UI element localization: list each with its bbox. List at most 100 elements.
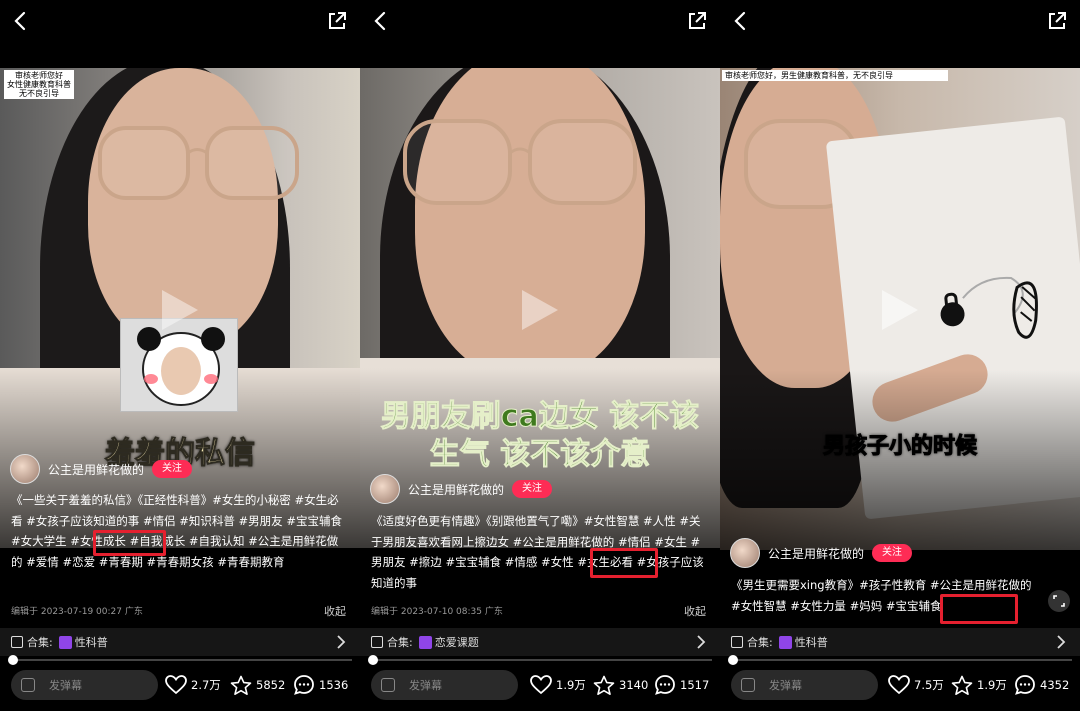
review-note-line: 女性健康教育科普 (7, 80, 71, 89)
video-gradient (720, 370, 1080, 550)
favorite-count: 1.9万 (977, 678, 1007, 692)
play-icon[interactable] (878, 286, 922, 334)
top-bar (360, 0, 720, 44)
author-row: 公主是用鲜花做的 关注 (730, 538, 913, 568)
comment-count: 1536 (319, 678, 349, 692)
collection-icon (731, 636, 743, 648)
favorite-stat[interactable]: 3140 (593, 674, 648, 696)
comment-stat[interactable]: 4352 (1014, 674, 1069, 696)
share-icon[interactable] (326, 10, 348, 32)
play-icon[interactable] (518, 286, 562, 334)
like-count: 2.7万 (191, 678, 221, 692)
author-row: 公主是用鲜花做的 关注 (370, 474, 553, 504)
video-description[interactable]: 《适度好色更有情趣》《别跟他置气了嘞》#女性智慧 #人性 #关于男朋友喜欢看网上… (371, 511, 709, 593)
author-name[interactable]: 公主是用鲜花做的 (408, 481, 504, 498)
comment-icon (1015, 675, 1035, 695)
video-progress-bar[interactable] (368, 655, 712, 665)
share-icon[interactable] (1046, 10, 1068, 32)
like-stat[interactable]: 2.7万 (165, 674, 221, 696)
collection-name: 性科普 (74, 636, 108, 649)
heart-icon (888, 675, 910, 695)
collection-prefix: 合集: (747, 636, 773, 649)
follow-button[interactable]: 关注 (512, 480, 553, 498)
highlight-box (93, 530, 166, 556)
danmaku-input[interactable]: 发弹幕 (371, 670, 518, 700)
glasses-shape (403, 119, 637, 205)
collapse-button[interactable]: 收起 (324, 603, 346, 619)
collection-row[interactable]: 合集: 恋爱课题 (360, 628, 720, 656)
collection-row[interactable]: 合集: 性科普 (0, 628, 360, 656)
share-icon[interactable] (686, 10, 708, 32)
avatar[interactable] (10, 454, 40, 484)
like-count: 1.9万 (556, 678, 586, 692)
danmaku-placeholder: 发弹幕 (769, 679, 802, 692)
comment-icon (655, 675, 675, 695)
comment-stat[interactable]: 1536 (293, 674, 348, 696)
avatar[interactable] (730, 538, 760, 568)
video-description[interactable]: 《一些关于羞羞的私信》《正经性科普》#女生的小秘密 #女生必看 #女孩子应该知道… (11, 490, 349, 572)
back-icon[interactable] (10, 10, 32, 32)
comment-count: 4352 (1040, 678, 1070, 692)
danmaku-icon (381, 678, 395, 692)
avatar[interactable] (370, 474, 400, 504)
play-icon[interactable] (158, 286, 202, 334)
author-name[interactable]: 公主是用鲜花做的 (48, 461, 144, 478)
review-note: 审核老师您好 女性健康教育科普 无不良引导 (4, 70, 74, 99)
back-icon[interactable] (370, 10, 392, 32)
collection-icon (11, 636, 23, 648)
danmaku-placeholder: 发弹幕 (49, 679, 82, 692)
video-progress-bar[interactable] (728, 655, 1072, 665)
favorite-stat[interactable]: 1.9万 (951, 674, 1007, 696)
review-note-line: 无不良引导 (19, 89, 59, 98)
top-bar (720, 0, 1080, 44)
edit-time: 编辑于 2023-07-10 08:35 广东 (371, 607, 503, 617)
video-card-3: 审核老师您好，男生健康教育科普，无不良引导 男孩子小的时候 公主是用鲜花做的 关… (720, 0, 1080, 711)
chevron-right-icon (337, 635, 346, 649)
author-name[interactable]: 公主是用鲜花做的 (768, 545, 864, 562)
review-note-line: 审核老师您好 (15, 71, 63, 80)
collection-row[interactable]: 合集: 性科普 (720, 628, 1080, 656)
collection-icon (371, 636, 383, 648)
edit-time: 编辑于 2023-07-19 00:27 广东 (11, 607, 143, 617)
danmaku-icon (21, 678, 35, 692)
chevron-right-icon (697, 635, 706, 649)
video-progress-bar[interactable] (8, 655, 352, 665)
review-note: 审核老师您好，男生健康教育科普，无不良引导 (722, 70, 948, 81)
fullscreen-icon[interactable] (1048, 590, 1070, 612)
video-card-2: 男朋友刷ca边女 该不该生气 该不该介意 公主是用鲜花做的 关注 《适度好色更有… (360, 0, 720, 711)
danmaku-icon (741, 678, 755, 692)
star-icon (230, 675, 252, 695)
favorite-stat[interactable]: 5852 (230, 674, 285, 696)
glasses-shape (98, 126, 299, 200)
heart-icon (165, 675, 187, 695)
progress-handle[interactable] (368, 655, 378, 665)
progress-handle[interactable] (8, 655, 18, 665)
collection-badge-icon (58, 635, 72, 649)
collection-name: 性科普 (794, 636, 828, 649)
bottom-bar: 发弹幕 2.7万 5852 1536 (0, 668, 360, 704)
video-caption: 男朋友刷ca边女 该不该生气 该不该介意 (380, 399, 700, 473)
danmaku-input[interactable]: 发弹幕 (11, 670, 158, 700)
top-bar (0, 0, 360, 44)
video-frame[interactable]: 审核老师您好，男生健康教育科普，无不良引导 男孩子小的时候 (720, 68, 1080, 550)
comment-count: 1517 (680, 678, 710, 692)
comment-stat[interactable]: 1517 (654, 674, 709, 696)
like-stat[interactable]: 7.5万 (888, 674, 944, 696)
collapse-button[interactable]: 收起 (684, 603, 706, 619)
follow-button[interactable]: 关注 (872, 544, 913, 562)
chevron-right-icon (1057, 635, 1066, 649)
like-count: 7.5万 (914, 678, 944, 692)
favorite-count: 3140 (619, 678, 649, 692)
collection-prefix: 合集: (27, 636, 53, 649)
highlight-box (940, 594, 1018, 624)
bottom-bar: 发弹幕 7.5万 1.9万 4352 (720, 668, 1080, 704)
star-icon (593, 675, 615, 695)
back-icon[interactable] (730, 10, 752, 32)
video-card-1: 审核老师您好 女性健康教育科普 无不良引导 羞羞的私信 公主是用鲜花做的 关注 … (0, 0, 360, 711)
follow-button[interactable]: 关注 (152, 460, 193, 478)
danmaku-input[interactable]: 发弹幕 (731, 670, 878, 700)
like-stat[interactable]: 1.9万 (530, 674, 586, 696)
video-caption: 男孩子小的时候 (822, 434, 977, 460)
danmaku-placeholder: 发弹幕 (409, 679, 442, 692)
progress-handle[interactable] (728, 655, 738, 665)
